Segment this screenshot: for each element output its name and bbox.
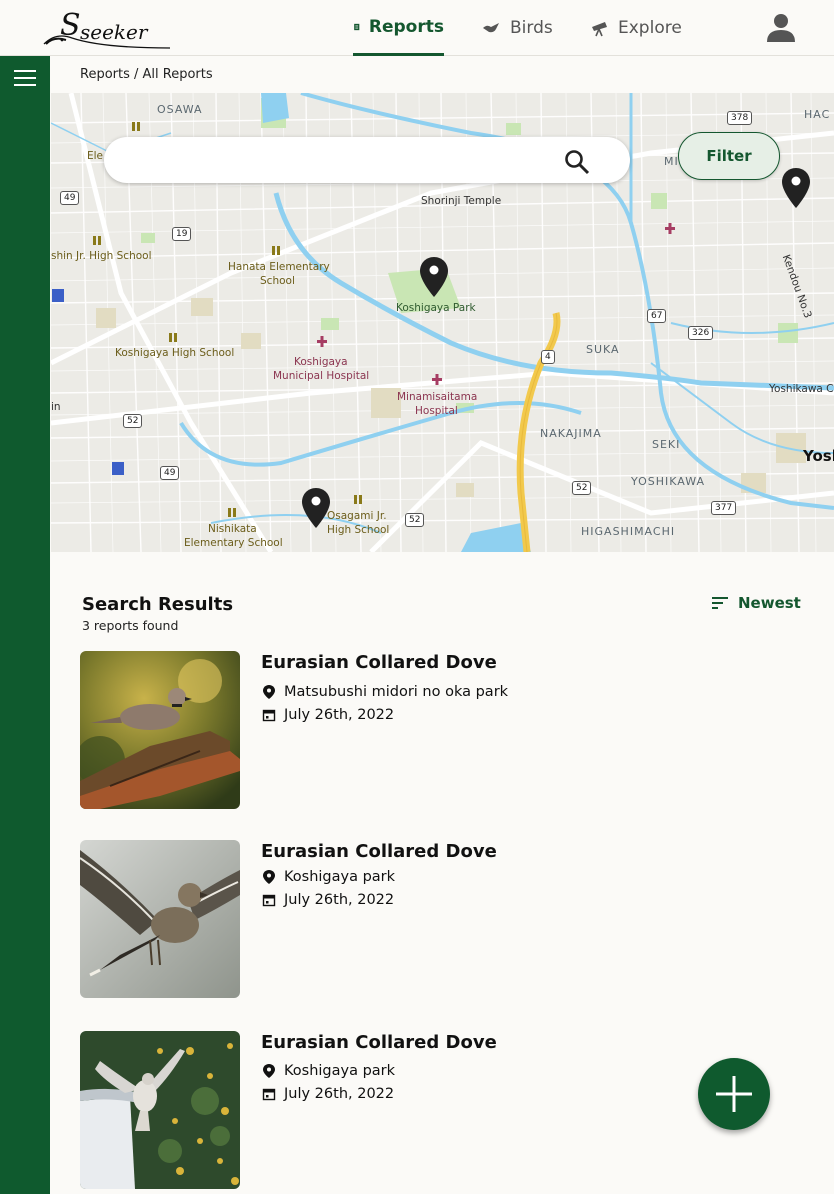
calendar-icon [262,1088,276,1101]
map-pin-icon[interactable] [782,168,810,208]
map-label: Nishikata [208,523,257,535]
tab-birds[interactable]: Birds [482,0,553,56]
map-view[interactable]: OSAWA Ele Shorinji Temple shin Jr. High … [51,93,834,552]
map-label: Minamisaitama [397,391,478,403]
map-label: Hanata Elementary [228,261,330,273]
filter-button[interactable]: Filter [678,132,780,180]
map-label: Yoshikawa C [769,383,834,395]
breadcrumb: Reports / All Reports [80,67,213,82]
road-shield: 49 [160,466,180,480]
report-title[interactable]: Eurasian Collared Dove [261,1032,497,1053]
map-label: HIGASHIMACHI [581,525,676,538]
report-location-text: Matsubushi midori no oka park [284,684,509,700]
sort-button[interactable]: Newest [710,594,801,612]
bird-photo [80,1031,240,1189]
map-label: NAKAJIMA [540,427,602,440]
search-icon[interactable] [563,148,591,176]
map-label: Koshigaya High School [115,347,235,359]
user-avatar-icon[interactable] [764,12,798,44]
map-label: in [51,401,61,413]
map-label: Ele [87,150,104,162]
report-location: Koshigaya park [262,869,395,885]
location-pin-icon [263,1064,275,1078]
road-shield: 4 [541,350,555,364]
map-label: Yosh [803,447,834,465]
map-label: HAC [804,108,831,121]
map-search-bar [104,137,630,183]
tab-reports-label: Reports [368,16,444,37]
map-label: Shorinji Temple [421,195,502,207]
report-title[interactable]: Eurasian Collared Dove [261,841,497,862]
top-bar: S seeker Reports Birds Explore [0,0,834,56]
report-location-text: Koshigaya park [284,1063,396,1079]
add-report-button[interactable] [698,1058,770,1130]
road-shield: 19 [172,227,192,241]
map-label: Osagami Jr. [327,510,387,522]
map-label: Koshigaya [294,356,348,368]
sort-label: Newest [738,594,801,612]
bird-icon [483,23,499,33]
map-label: SEKI [652,438,681,451]
sidebar [0,56,50,1194]
road-shield: 326 [688,326,714,340]
calendar-icon [262,894,276,907]
results-title: Search Results [82,594,234,615]
road-shield: 49 [60,191,80,205]
sort-icon [712,597,728,609]
calendar-icon [262,709,276,722]
location-pin-icon [263,685,275,699]
report-location: Koshigaya park [262,1063,395,1079]
map-label: MI [664,155,679,168]
logo-initial: S [60,8,81,43]
map-label: OSAWA [157,103,203,116]
report-card[interactable]: Eurasian Collared Dove Koshigaya park Ju… [80,840,780,1000]
menu-icon[interactable] [14,70,36,88]
bird-photo [80,651,240,809]
seeker-logo[interactable]: S seeker [42,8,172,52]
location-pin-icon [263,870,275,884]
tab-explore[interactable]: Explore [590,0,682,56]
map-label: Koshigaya Park [396,302,476,314]
tab-explore-label: Explore [618,18,682,38]
results-count: 3 reports found [82,618,179,633]
logo-text: seeker [80,20,148,44]
plus-icon [716,1076,752,1112]
map-label: YOSHIKAWA [631,475,706,488]
report-card[interactable]: Eurasian Collared Dove Matsubushi midori… [80,651,780,811]
tab-reports[interactable]: Reports [353,0,444,56]
telescope-icon [592,22,607,37]
report-date-text: July 26th, 2022 [284,1086,395,1102]
tab-birds-label: Birds [510,18,553,38]
report-title[interactable]: Eurasian Collared Dove [261,652,497,673]
report-location-text: Koshigaya park [284,869,396,885]
report-date: July 26th, 2022 [262,892,394,908]
road-shield: 67 [647,309,667,323]
map-label: Municipal Hospital [273,370,370,382]
road-shield: 377 [711,501,737,515]
report-card[interactable]: Eurasian Collared Dove Koshigaya park Ju… [80,1031,780,1191]
map-pin-icon[interactable] [420,257,448,297]
report-date-text: July 26th, 2022 [284,707,395,723]
book-icon [354,23,360,30]
road-shield: 52 [572,481,592,495]
report-date: July 26th, 2022 [262,1086,394,1102]
map-label: SUKA [586,343,620,356]
report-location: Matsubushi midori no oka park [262,684,508,700]
map-label: shin Jr. High School [51,250,152,262]
map-label: Hospital [415,405,458,417]
search-input[interactable] [124,147,564,173]
road-shield: 378 [727,111,753,125]
map-pin-icon[interactable] [302,488,330,528]
map-label: Elementary School [184,537,283,549]
report-date-text: July 26th, 2022 [284,892,395,908]
map-label: High School [327,524,390,536]
road-shield: 52 [123,414,143,428]
report-date: July 26th, 2022 [262,707,394,723]
bird-photo [80,840,240,998]
map-label: School [260,275,295,287]
road-shield: 52 [405,513,425,527]
